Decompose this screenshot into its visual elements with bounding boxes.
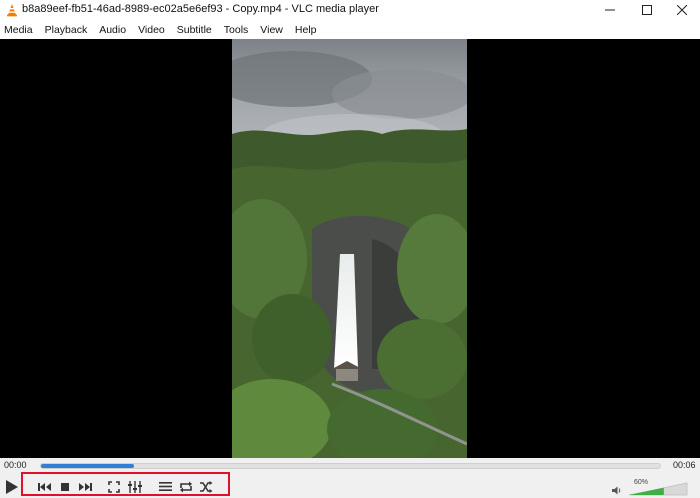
menu-audio[interactable]: Audio <box>95 24 132 36</box>
menu-help[interactable]: Help <box>291 24 323 36</box>
vlc-cone-icon <box>7 4 17 17</box>
maximize-button[interactable] <box>627 0 667 20</box>
close-icon <box>677 5 687 15</box>
play-icon <box>6 480 18 494</box>
minimize-button[interactable] <box>590 0 630 20</box>
remaining-time: 00:06 <box>673 460 696 470</box>
seek-bar[interactable] <box>40 463 661 469</box>
menu-playback[interactable]: Playback <box>41 24 94 36</box>
video-area[interactable] <box>0 39 700 458</box>
highlight-box <box>21 472 230 496</box>
menu-video[interactable]: Video <box>134 24 171 36</box>
menu-tools[interactable]: Tools <box>220 24 255 36</box>
waterfall-video-frame <box>232 39 467 458</box>
menu-subtitle[interactable]: Subtitle <box>173 24 218 36</box>
play-button[interactable] <box>2 477 22 497</box>
seek-bar-fill <box>41 464 134 468</box>
menu-media[interactable]: Media <box>0 24 39 36</box>
speaker-icon[interactable] <box>612 486 622 495</box>
menu-bar: Media Playback Audio Video Subtitle Tool… <box>0 20 700 39</box>
elapsed-time: 00:00 <box>4 460 27 470</box>
menu-view[interactable]: View <box>256 24 289 36</box>
close-button[interactable] <box>662 0 700 20</box>
window-title: b8a89eef-fb51-46ad-8989-ec02a5e6ef93 - C… <box>22 3 379 15</box>
maximize-icon <box>642 5 652 15</box>
minimize-icon <box>605 9 615 11</box>
volume-slider[interactable] <box>628 482 688 496</box>
title-bar: b8a89eef-fb51-46ad-8989-ec02a5e6ef93 - C… <box>0 0 700 20</box>
